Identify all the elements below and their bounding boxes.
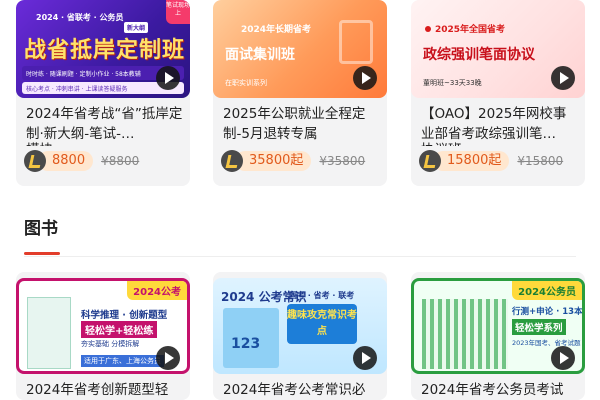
course-thumbnail[interactable]: 2024年长期省考 面试集训班 在职实训系列 xyxy=(213,0,387,98)
thumb-headline: 政综强训笔面协议 xyxy=(423,47,535,63)
original-price: ¥8800 xyxy=(101,154,140,168)
play-icon[interactable] xyxy=(353,346,377,370)
thumb-year-tag: 2025年全国省考 xyxy=(435,25,506,35)
course-title-overflow: 模块 xyxy=(26,140,184,146)
bullet-icon xyxy=(425,26,431,32)
cover-line: 科学推理 · 创新题型 xyxy=(81,310,168,321)
book-image xyxy=(422,299,508,369)
original-price: ¥35800 xyxy=(319,154,366,168)
thumb-headline: 面试集训班 xyxy=(225,47,295,63)
course-title[interactable]: 2024年省考战“省”抵岸定制·新大纲-笔试-… xyxy=(26,104,184,142)
price: 35800起 xyxy=(235,151,312,171)
book-card[interactable]: 2024 公考常识 国考 · 省考 · 联考 趣味攻克常识考点 123 2024… xyxy=(213,272,387,400)
thumb-corner-badge: 笔试现场上 xyxy=(166,0,190,24)
price-row: 15800起 ¥15800 xyxy=(419,150,563,172)
course-title-overflow: 协议班 xyxy=(421,140,579,146)
cover-line: 行测+申论 · 13本套 xyxy=(512,307,585,317)
cover-line: 轻松学系列 xyxy=(512,319,566,335)
cover-line: 2023年国考、省考试题 xyxy=(512,339,581,347)
cover-line: 轻松学+轻松练 xyxy=(81,321,158,338)
price: 8800 xyxy=(38,151,94,171)
original-price: ¥15800 xyxy=(517,154,564,168)
cover-line: 国考 · 省考 · 联考 xyxy=(289,291,355,300)
play-icon[interactable] xyxy=(551,66,575,90)
price-row: 8800 ¥8800 xyxy=(24,150,139,172)
course-list: 2024 · 省联考 · 公务员 笔试现场上 新大纲 战省抵岸定制班 时时练 ·… xyxy=(0,0,600,190)
section-title-underline xyxy=(24,252,60,255)
book-card[interactable]: 2024公务员 行测+申论 · 13本套 轻松学系列 2023年国考、省考试题 … xyxy=(411,272,585,400)
cover-line: 趣味攻克常识考点 xyxy=(287,304,357,344)
price: 15800起 xyxy=(433,151,510,171)
cover-ribbon: 2024公考 xyxy=(127,281,187,300)
thumb-headline: 战省抵岸定制班 xyxy=(24,38,186,63)
play-icon[interactable] xyxy=(156,346,180,370)
play-icon[interactable] xyxy=(551,346,575,370)
play-icon[interactable] xyxy=(353,66,377,90)
book-image xyxy=(27,297,71,369)
cover-ribbon: 2024公务员 xyxy=(512,281,582,300)
brand-logo-icon xyxy=(419,150,441,172)
price-row: 35800起 ¥35800 xyxy=(221,150,365,172)
course-card[interactable]: 2025年全国省考 政综强训笔面协议 董明班~33天33晚 【OAO】2025年… xyxy=(411,0,585,186)
book-title[interactable]: 2024年省考创新题型轻 xyxy=(26,380,184,400)
divider xyxy=(24,256,576,257)
book-title[interactable]: 2024年省考公务员考试 xyxy=(421,380,579,400)
book-title[interactable]: 2024年省考公考常识必 xyxy=(223,380,381,400)
course-thumbnail[interactable]: 2025年全国省考 政综强训笔面协议 董明班~33天33晚 xyxy=(411,0,585,98)
cover-line: 夯实基础 分模拆解 xyxy=(81,340,140,348)
clipboard-icon xyxy=(339,20,373,64)
course-title[interactable]: 2025年公职就业全程定制-5月退转专属 xyxy=(223,104,381,142)
course-title[interactable]: 【OAO】2025年网校事业部省考政综强训笔… xyxy=(421,104,579,142)
thumb-subtitle: 董明班~33天33晚 xyxy=(423,79,482,87)
cover-line: 适用于广东、上海公务员 xyxy=(81,355,164,367)
course-thumbnail[interactable]: 2024 · 省联考 · 公务员 笔试现场上 新大纲 战省抵岸定制班 时时练 ·… xyxy=(16,0,190,98)
section-title: 图书 xyxy=(24,219,58,239)
brand-logo-icon xyxy=(24,150,46,172)
cover-line: 123 xyxy=(231,336,261,352)
book-list: 2024公考 科学推理 · 创新题型 轻松学+轻松练 夯实基础 分模拆解 适用于… xyxy=(0,272,600,400)
thumb-subtitle: 在职实训系列 xyxy=(225,79,267,87)
thumb-year-tag: 2024 · 省联考 · 公务员 xyxy=(36,13,124,22)
play-icon[interactable] xyxy=(156,66,180,90)
thumb-year-tag: 2024年长期省考 xyxy=(241,25,312,35)
brand-logo-icon xyxy=(221,150,243,172)
course-card[interactable]: 2024年长期省考 面试集训班 在职实训系列 2025年公职就业全程定制-5月退… xyxy=(213,0,387,186)
course-card[interactable]: 2024 · 省联考 · 公务员 笔试现场上 新大纲 战省抵岸定制班 时时练 ·… xyxy=(16,0,190,186)
book-card[interactable]: 2024公考 科学推理 · 创新题型 轻松学+轻松练 夯实基础 分模拆解 适用于… xyxy=(16,272,190,400)
